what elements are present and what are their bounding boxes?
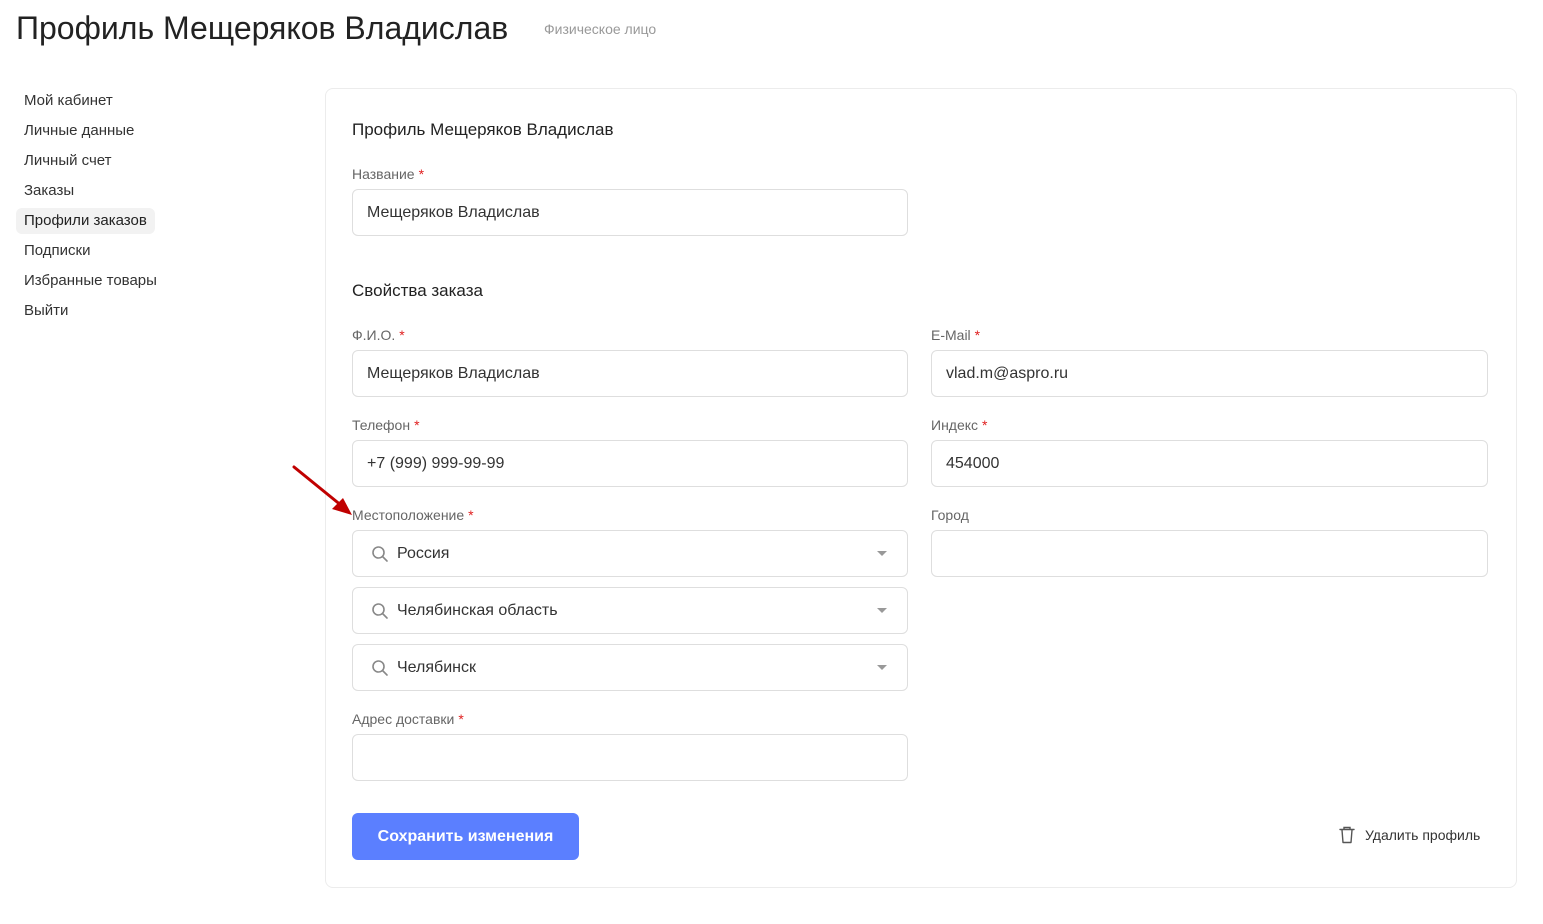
- delete-profile-link[interactable]: Удалить профиль: [1339, 826, 1480, 844]
- required-mark: *: [974, 327, 981, 343]
- location-city-select[interactable]: Челябинск: [352, 644, 908, 691]
- required-mark: *: [399, 327, 405, 343]
- location-label: Местоположение *: [352, 507, 474, 523]
- delete-profile-label: Удалить профиль: [1365, 827, 1481, 843]
- required-mark: *: [468, 507, 474, 523]
- location-city-value: Челябинск: [397, 658, 476, 676]
- search-icon: [371, 602, 389, 620]
- location-country-select[interactable]: Россия: [352, 530, 908, 577]
- index-input[interactable]: 454000: [931, 440, 1488, 487]
- location-region-select[interactable]: Челябинская область: [352, 587, 908, 634]
- sidebar-item-favorites[interactable]: Избранные товары: [16, 268, 165, 294]
- search-icon: [371, 659, 389, 677]
- page-subtitle: Физическое лицо: [544, 21, 657, 37]
- required-mark: *: [458, 711, 464, 727]
- trash-icon: [1339, 826, 1355, 844]
- email-label: E-Mail *: [931, 327, 981, 343]
- name-input[interactable]: Мещеряков Владислав: [352, 189, 908, 236]
- chevron-down-icon: [877, 551, 887, 556]
- phone-input[interactable]: +7 (999) 999-99-99: [352, 440, 908, 487]
- page-title: Профиль Мещеряков Владислав: [16, 10, 509, 46]
- required-mark: *: [418, 166, 425, 182]
- sidebar-item-personal-data[interactable]: Личные данные: [16, 118, 142, 144]
- fio-input[interactable]: Мещеряков Владислав: [352, 350, 908, 397]
- sidebar-item-orders[interactable]: Заказы: [16, 178, 82, 204]
- sidebar-item-personal-account[interactable]: Личный счет: [16, 148, 120, 174]
- address-label: Адрес доставки *: [352, 711, 464, 727]
- required-mark: *: [414, 417, 420, 433]
- city-input[interactable]: [931, 530, 1488, 577]
- chevron-down-icon: [877, 665, 887, 670]
- sidebar-item-logout[interactable]: Выйти: [16, 298, 76, 324]
- profile-form-title: Профиль Мещеряков Владислав: [352, 120, 614, 139]
- required-mark: *: [982, 417, 988, 433]
- location-region-value: Челябинская область: [397, 601, 558, 619]
- sidebar-item-my-cabinet[interactable]: Мой кабинет: [16, 88, 121, 114]
- location-country-value: Россия: [397, 544, 450, 562]
- sidebar-item-subscriptions[interactable]: Подписки: [16, 238, 99, 264]
- sidebar: Мой кабинет Личные данные Личный счет За…: [16, 88, 216, 328]
- search-icon: [371, 545, 389, 563]
- city-label: Город: [931, 507, 969, 523]
- phone-label: Телефон *: [352, 417, 420, 433]
- index-label: Индекс *: [931, 417, 988, 433]
- name-label: Название *: [352, 166, 425, 182]
- arrow-icon: [292, 465, 352, 515]
- save-button[interactable]: Сохранить изменения: [352, 813, 579, 860]
- email-input[interactable]: vlad.m@aspro.ru: [931, 350, 1488, 397]
- fio-label: Ф.И.О. *: [352, 327, 405, 343]
- order-properties-title: Свойства заказа: [352, 281, 483, 300]
- chevron-down-icon: [877, 608, 887, 613]
- sidebar-item-order-profiles[interactable]: Профили заказов: [16, 208, 155, 234]
- address-textarea[interactable]: [352, 734, 908, 781]
